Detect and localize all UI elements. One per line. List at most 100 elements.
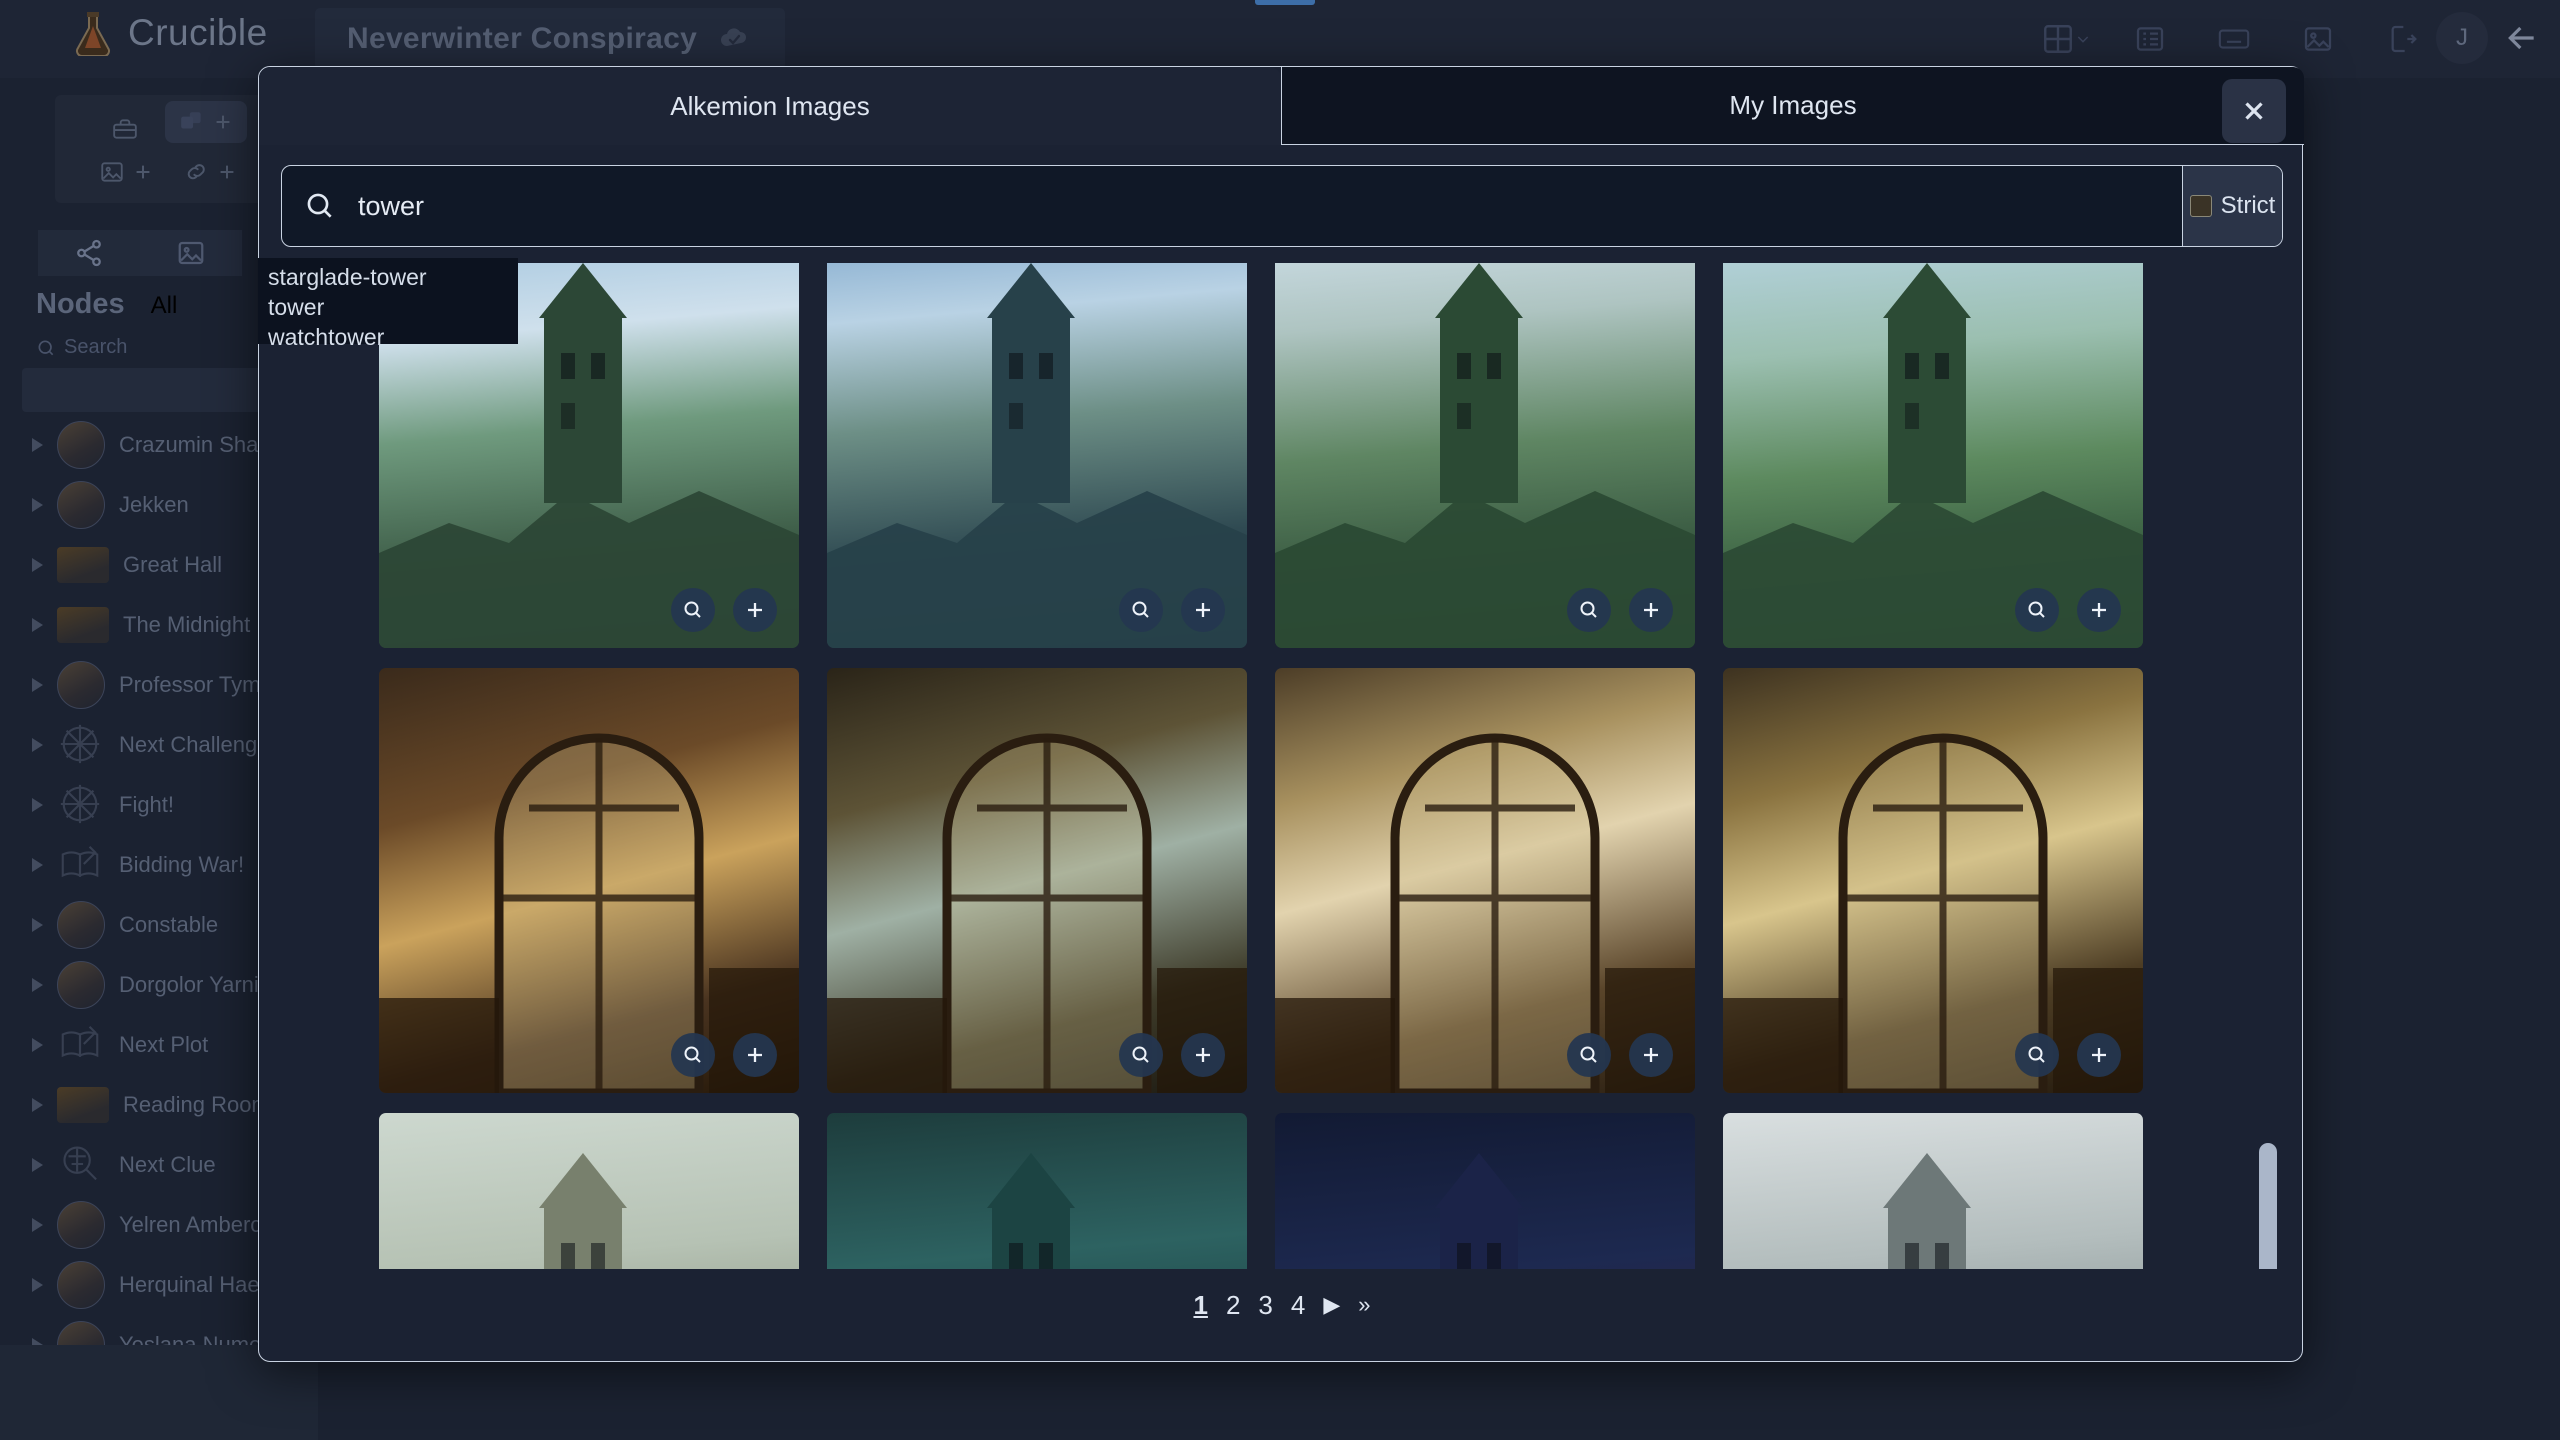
- node-label: Jekken: [119, 492, 189, 517]
- add-image-button[interactable]: [733, 588, 777, 632]
- expand-caret-icon[interactable]: [32, 738, 43, 752]
- layout-grid-icon[interactable]: [2038, 11, 2094, 67]
- pagination-page[interactable]: 3: [1258, 1290, 1272, 1321]
- add-image-button[interactable]: [2077, 588, 2121, 632]
- expand-caret-icon[interactable]: [32, 558, 43, 572]
- list-view-icon[interactable]: [2122, 11, 2178, 67]
- plus-icon: [216, 115, 229, 129]
- expand-caret-icon[interactable]: [32, 678, 43, 692]
- suggestion-item[interactable]: watchtower: [268, 322, 518, 352]
- plus-icon: [2092, 1048, 2106, 1062]
- expand-caret-icon[interactable]: [32, 798, 43, 812]
- close-button[interactable]: [2222, 79, 2286, 143]
- preview-image-button[interactable]: [1119, 1033, 1163, 1077]
- app-logo[interactable]: Crucible: [72, 10, 268, 56]
- result-thumbnail: [379, 1113, 799, 1281]
- keyboard-icon[interactable]: [2206, 11, 2262, 67]
- nodes-search-input[interactable]: Search: [36, 336, 127, 359]
- results-scrollbar-thumb[interactable]: [2259, 1143, 2277, 1281]
- image-result-card[interactable]: [1723, 1113, 2143, 1281]
- expand-caret-icon[interactable]: [32, 1038, 43, 1052]
- preview-image-button[interactable]: [2015, 1033, 2059, 1077]
- search-icon: [304, 190, 336, 222]
- image-results-scroll[interactable]: [281, 263, 2283, 1281]
- pagination-bar: 1 2 3 4 ▶ »: [281, 1269, 2283, 1341]
- result-actions: [2015, 1033, 2121, 1077]
- result-thumbnail: [379, 668, 799, 1093]
- node-label: Bidding War!: [119, 852, 245, 877]
- expand-caret-icon[interactable]: [32, 498, 43, 512]
- magnify-icon: [2028, 1046, 2045, 1063]
- toolbox-icon[interactable]: [103, 107, 147, 151]
- add-image-button[interactable]: [733, 1033, 777, 1077]
- image-result-card[interactable]: [1275, 668, 1695, 1093]
- app-name: Crucible: [128, 12, 268, 53]
- add-image-button[interactable]: [1181, 588, 1225, 632]
- nodes-selected-row[interactable]: [22, 368, 292, 412]
- image-result-card[interactable]: [1723, 263, 2143, 648]
- plus-icon: [1196, 1048, 1210, 1062]
- expand-caret-icon[interactable]: [32, 618, 43, 632]
- result-actions: [1567, 1033, 1673, 1077]
- image-result-card[interactable]: [827, 1113, 1247, 1281]
- add-image-icon[interactable]: [99, 159, 154, 185]
- image-result-card[interactable]: [1275, 263, 1695, 648]
- image-result-card[interactable]: [827, 263, 1247, 648]
- suggestion-item[interactable]: starglade-tower: [268, 262, 518, 292]
- tab-graph[interactable]: [38, 230, 140, 276]
- add-image-button[interactable]: [2077, 1033, 2121, 1077]
- export-icon[interactable]: [2374, 11, 2430, 67]
- project-tab[interactable]: Neverwinter Conspiracy: [315, 8, 785, 70]
- preview-image-button[interactable]: [1567, 1033, 1611, 1077]
- node-avatar: [57, 421, 105, 469]
- expand-caret-icon[interactable]: [32, 1278, 43, 1292]
- add-image-button[interactable]: [1629, 1033, 1673, 1077]
- image-result-card[interactable]: [1275, 1113, 1695, 1281]
- strict-toggle[interactable]: Strict: [2182, 166, 2282, 246]
- image-icon[interactable]: [2290, 11, 2346, 67]
- add-node-icon[interactable]: [165, 101, 247, 143]
- pagination-page[interactable]: 2: [1226, 1290, 1240, 1321]
- strict-checkbox[interactable]: [2189, 195, 2212, 217]
- expand-caret-icon[interactable]: [32, 858, 43, 872]
- nodes-filter-select[interactable]: All: [151, 292, 178, 320]
- node-avatar: [57, 1201, 105, 1249]
- clue-icon: [57, 1141, 105, 1189]
- cloud-check-icon: [719, 27, 749, 51]
- image-result-card[interactable]: [827, 668, 1247, 1093]
- image-result-card[interactable]: [379, 668, 799, 1093]
- user-avatar[interactable]: J: [2436, 12, 2488, 64]
- add-link-icon[interactable]: [183, 159, 238, 185]
- preview-image-button[interactable]: [671, 1033, 715, 1077]
- search-input[interactable]: [358, 190, 2182, 222]
- add-image-button[interactable]: [1181, 1033, 1225, 1077]
- expand-caret-icon[interactable]: [32, 1098, 43, 1112]
- expand-caret-icon[interactable]: [32, 1218, 43, 1232]
- pagination-next-button[interactable]: ▶: [1323, 1292, 1340, 1318]
- node-label: Next Challenge: [119, 732, 270, 757]
- image-result-card[interactable]: [379, 1113, 799, 1281]
- expand-caret-icon[interactable]: [32, 438, 43, 452]
- add-image-button[interactable]: [1629, 588, 1673, 632]
- expand-caret-icon[interactable]: [32, 1158, 43, 1172]
- node-avatar: [57, 1261, 105, 1309]
- arrow-left-icon: [2508, 26, 2534, 50]
- preview-image-button[interactable]: [1119, 588, 1163, 632]
- preview-image-button[interactable]: [671, 588, 715, 632]
- tab-label: My Images: [1729, 90, 1857, 120]
- back-button[interactable]: [2492, 8, 2552, 68]
- tab-alkemion-images[interactable]: Alkemion Images: [259, 67, 1281, 145]
- result-actions: [2015, 588, 2121, 632]
- tab-images[interactable]: [140, 230, 242, 276]
- image-result-card[interactable]: [1723, 668, 2143, 1093]
- expand-caret-icon[interactable]: [32, 978, 43, 992]
- image-results-grid: [379, 263, 2179, 1281]
- expand-caret-icon[interactable]: [32, 918, 43, 932]
- pagination-page[interactable]: 4: [1291, 1290, 1305, 1321]
- suggestion-item[interactable]: tower: [268, 292, 518, 322]
- preview-image-button[interactable]: [2015, 588, 2059, 632]
- tab-my-images[interactable]: My Images: [1281, 67, 2304, 145]
- pagination-page[interactable]: 1: [1193, 1290, 1207, 1321]
- preview-image-button[interactable]: [1567, 588, 1611, 632]
- pagination-last-button[interactable]: »: [1358, 1292, 1370, 1318]
